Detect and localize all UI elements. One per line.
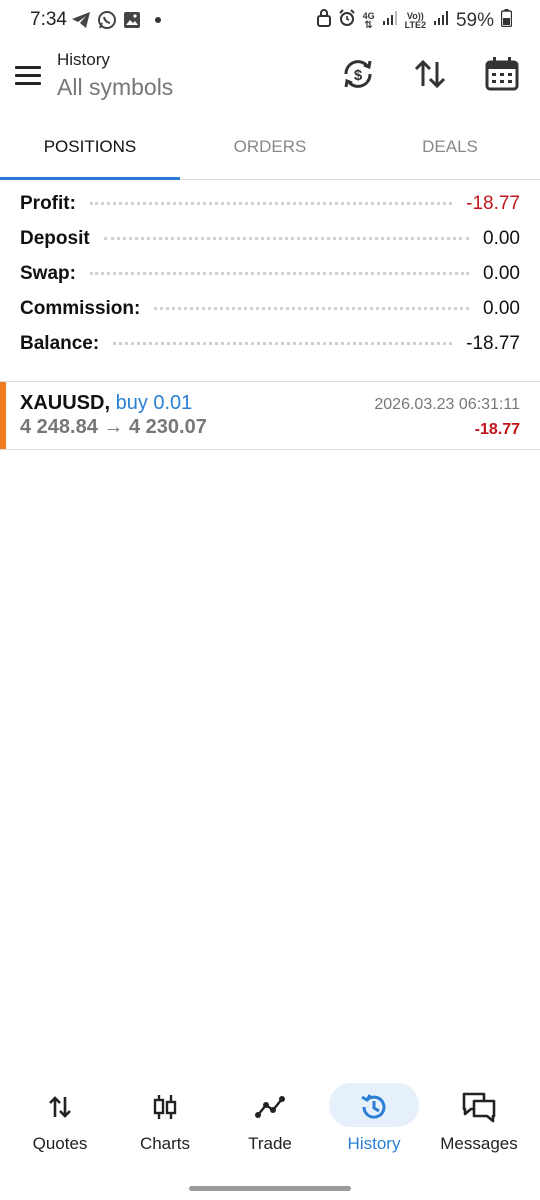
tab-deals[interactable]: DEALS [360, 127, 540, 179]
signal-icon-2 [433, 10, 449, 31]
summary-value: -18.77 [466, 333, 520, 354]
calendar-icon[interactable] [484, 56, 520, 92]
tab-positions[interactable]: POSITIONS [0, 127, 180, 180]
notification-icons [71, 10, 161, 30]
app-screen: 7:34 4G ⇅ Vo)) LTE2 59% History All symb… [0, 0, 540, 1200]
summary-value: 0.00 [483, 298, 520, 319]
nav-messages[interactable]: Messages [427, 1078, 531, 1168]
nav-history[interactable]: History [322, 1078, 426, 1168]
signal-icon [382, 10, 398, 31]
history-tabs: POSITIONS ORDERS DEALS [0, 127, 540, 180]
position-symbol-line: XAUUSD, buy 0.01 [20, 392, 192, 415]
symbol-filter[interactable]: All symbols [57, 74, 173, 101]
battery-percent: 59% [455, 9, 494, 31]
currency-exchange-icon[interactable]: $ [340, 56, 376, 92]
telegram-icon [71, 11, 91, 29]
lte-label: LTE2 [404, 19, 426, 30]
nav-label: History [347, 1134, 401, 1153]
summary-row-profit: Profit: -18.77 [20, 193, 520, 228]
summary-row-swap: Swap: 0.00 [20, 263, 520, 298]
nav-label: Charts [139, 1134, 191, 1153]
system-icons: 4G ⇅ Vo)) LTE2 59% [316, 9, 513, 32]
sort-icon[interactable] [412, 56, 448, 92]
summary-row-balance: Balance: -18.77 [20, 333, 520, 368]
nav-label: Messages [440, 1134, 518, 1153]
lock-icon [316, 9, 331, 32]
gallery-icon [123, 11, 141, 29]
position-profit: -18.77 [474, 421, 520, 438]
whatsapp-icon [97, 10, 117, 30]
alarm-icon [338, 9, 356, 32]
dotted-leader [89, 202, 453, 205]
trend-line-icon [250, 1092, 290, 1122]
nav-trade[interactable]: Trade [218, 1078, 322, 1168]
dotted-leader [154, 307, 470, 310]
position-prices: 4 248.84 → 4 230.07 [20, 416, 207, 438]
summary-value: 0.00 [483, 228, 520, 249]
nav-label: Quotes [32, 1134, 88, 1153]
position-side: buy 0.01 [115, 392, 193, 414]
position-datetime: 2026.03.23 06:31:11 [374, 396, 520, 413]
volte-indicator: Vo)) LTE2 [404, 11, 426, 30]
dotted-leader [103, 237, 470, 240]
home-indicator[interactable] [189, 1186, 351, 1191]
nav-label: Trade [248, 1134, 292, 1153]
page-title: History [57, 50, 110, 69]
divider [0, 449, 540, 450]
svg-text:$: $ [354, 67, 363, 84]
tab-orders[interactable]: ORDERS [180, 127, 360, 179]
chat-bubbles-icon [459, 1092, 499, 1123]
dotted-leader [89, 272, 470, 275]
summary-value: 0.00 [483, 263, 520, 284]
dotted-leader [113, 342, 453, 345]
summary-row-deposit: Deposit 0.00 [20, 228, 520, 263]
network-4g-indicator: 4G ⇅ [362, 10, 375, 31]
status-time: 7:34 [30, 9, 67, 30]
summary-label: Balance: [20, 333, 100, 354]
summary-value: -18.77 [466, 193, 520, 214]
candlestick-icon [145, 1092, 185, 1122]
battery-icon [500, 9, 513, 32]
quotes-arrows-icon [40, 1092, 80, 1122]
history-clock-icon [354, 1092, 394, 1122]
position-symbol: XAUUSD, [20, 392, 111, 414]
summary-label: Deposit [20, 228, 90, 249]
more-notifications-dot [155, 17, 161, 23]
menu-icon[interactable] [15, 66, 41, 86]
nav-quotes[interactable]: Quotes [8, 1078, 112, 1168]
position-row[interactable]: XAUUSD, buy 0.01 4 248.84 → 4 230.07 202… [0, 382, 540, 449]
summary-panel: Profit: -18.77 Deposit 0.00 Swap: 0.00 C… [20, 193, 520, 368]
summary-label: Commission: [20, 298, 141, 319]
buy-indicator-bar [0, 382, 6, 449]
summary-label: Swap: [20, 263, 76, 284]
app-header: History All symbols $ [0, 40, 540, 120]
nav-charts[interactable]: Charts [113, 1078, 217, 1168]
status-bar: 7:34 4G ⇅ Vo)) LTE2 59% [0, 0, 540, 40]
bottom-navigation: Quotes Charts Trade History Messages [0, 1078, 540, 1168]
summary-label: Profit: [20, 193, 76, 214]
summary-row-commission: Commission: 0.00 [20, 298, 520, 333]
